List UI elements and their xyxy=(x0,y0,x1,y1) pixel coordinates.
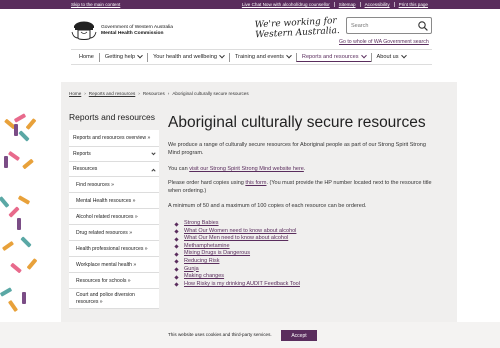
cookie-message: This website uses cookies and third-part… xyxy=(168,332,272,337)
breadcrumb-separator: › xyxy=(138,91,140,96)
breadcrumb-separator: › xyxy=(167,91,170,96)
sidebar-item-resources[interactable]: Resources xyxy=(69,162,159,177)
nav-getting-help-label: Getting help xyxy=(104,54,136,60)
visit-suffix: . xyxy=(303,166,306,172)
visit-paragraph: You can visit our Strong Spirit Strong M… xyxy=(168,166,433,174)
accessibility-link[interactable]: Accessibility xyxy=(359,2,394,7)
resource-list: Strong Babies What Our Women need to kno… xyxy=(175,220,300,288)
resource-link[interactable]: Gunja xyxy=(175,266,300,274)
nav-home[interactable]: Home xyxy=(71,53,99,62)
breadcrumb-current: Aboriginal culturally secure resources xyxy=(172,91,249,96)
order-paragraph: Please order hard copies using this form… xyxy=(168,180,433,195)
page-title: Aboriginal culturally secure resources xyxy=(168,114,426,131)
sidebar-item-alcohol[interactable]: Alcohol related resources » xyxy=(69,209,159,225)
sidebar-item-label: Reports and resources overview » xyxy=(73,135,151,141)
sidebar-item-health-professional[interactable]: Health professional resources » xyxy=(69,241,159,257)
sidebar-item-mental-health[interactable]: Mental Health resources » xyxy=(69,193,159,209)
chevron-down-icon[interactable] xyxy=(151,150,156,155)
sidebar-item-workplace[interactable]: Workplace mental health » xyxy=(69,257,159,273)
search-input[interactable] xyxy=(351,21,415,31)
nav-reports-resources-label: Reports and resources xyxy=(301,53,359,60)
breadcrumb-resources[interactable]: Resources xyxy=(143,91,165,96)
breadcrumb-separator: › xyxy=(84,91,86,96)
chevron-down-icon xyxy=(219,52,225,59)
nav-health-wellbeing[interactable]: Your health and wellbeing xyxy=(147,52,229,62)
sidebar-item-label: Drug related resources » xyxy=(76,229,133,236)
order-prefix: Please order hard copies using xyxy=(168,180,246,186)
chevron-down-icon xyxy=(360,52,367,58)
resource-link[interactable]: Reducing Risk xyxy=(175,258,300,266)
sidebar-item-label: Reports xyxy=(73,151,91,157)
logo-text[interactable]: Government of Western Australia Mental H… xyxy=(101,25,173,37)
ssm-website-link[interactable]: visit our Strong Spirit Strong Mind webs… xyxy=(189,166,304,172)
sidebar-item-label: Workplace mental health » xyxy=(76,261,137,268)
nav-training-events-label: Training and events xyxy=(234,54,284,60)
accept-cookies-button[interactable]: Accept xyxy=(281,330,317,341)
sidebar-item-label: Resources xyxy=(73,166,98,172)
sidebar-item-label: Mental Health resources » xyxy=(76,197,136,204)
breadcrumb-reports[interactable]: Reports and resources xyxy=(89,91,135,96)
resource-link[interactable]: Strong Babies xyxy=(175,220,300,228)
sidebar-item-label: Alcohol related resources » xyxy=(76,213,138,220)
sidebar-menu: Reports and resources overview » Reports… xyxy=(69,130,159,309)
breadcrumb-home[interactable]: Home xyxy=(69,91,81,96)
sidebar-item-reports[interactable]: Reports xyxy=(69,147,159,162)
live-chat-link[interactable]: Live Chat Now with alcohol/drug counsell… xyxy=(238,2,334,7)
visit-prefix: You can xyxy=(168,166,190,172)
sidebar-item-label: Health professional resources » xyxy=(76,245,148,252)
search-box xyxy=(346,17,432,34)
print-link[interactable]: Print this page xyxy=(393,2,432,7)
chevron-down-icon xyxy=(286,52,292,59)
resource-link[interactable]: How Risky is my drinking AUDIT Feedback … xyxy=(175,281,300,289)
sidebar-item-drug[interactable]: Drug related resources » xyxy=(69,225,159,241)
sidebar-title: Reports and resources xyxy=(69,112,155,122)
breadcrumb: Home › Reports and resources › Resources… xyxy=(69,91,249,96)
resource-link[interactable]: What Our Men need to know about alcohol xyxy=(175,235,300,243)
sidebar-item-find-resources[interactable]: Find resources » xyxy=(69,177,159,193)
utility-bar: Skip to the main content Live Chat Now w… xyxy=(0,0,500,9)
skip-link[interactable]: Skip to the main content xyxy=(71,2,120,7)
tagline: We're working for Western Australia. xyxy=(254,16,346,41)
utility-links: Live Chat Now with alcohol/drug counsell… xyxy=(238,2,432,7)
wa-gov-search-link[interactable]: Go to whole of WA Government search xyxy=(339,39,429,45)
nav-about-us-label: About us xyxy=(376,54,399,60)
sitemap-link[interactable]: Sitemap xyxy=(333,2,360,7)
sidebar-item-label: Court and police diversion resources » xyxy=(76,291,135,305)
nav-about-us[interactable]: About us xyxy=(370,52,411,62)
resource-link[interactable]: Methamphetamine xyxy=(175,243,300,251)
tagline-text: We're working for Western Australia. xyxy=(254,16,341,41)
wa-crest-icon[interactable] xyxy=(71,18,97,42)
order-limits: A minimum of 50 and a maximum of 100 cop… xyxy=(168,203,367,209)
main-nav: Home Getting help Your health and wellbe… xyxy=(71,49,432,65)
sidebar-item-overview[interactable]: Reports and resources overview » xyxy=(69,130,159,147)
chevron-down-icon xyxy=(137,52,143,59)
resource-link[interactable]: What Our Women need to know about alcoho… xyxy=(175,228,300,236)
nav-getting-help[interactable]: Getting help xyxy=(98,52,147,62)
chevron-up-icon[interactable] xyxy=(151,168,156,173)
sidebar-item-court-police[interactable]: Court and police diversion resources » xyxy=(69,289,159,309)
sidebar-item-label: Resources for schools » xyxy=(76,277,131,284)
order-form-link[interactable]: this form xyxy=(245,180,266,186)
nav-home-label: Home xyxy=(79,54,94,60)
chevron-down-icon xyxy=(400,52,407,59)
resource-link[interactable]: Mixing Drugs is Dangerous xyxy=(175,250,300,258)
logo-line-commission: Mental Health Commission xyxy=(101,31,164,36)
nav-reports-resources[interactable]: Reports and resources xyxy=(295,52,371,62)
nav-health-wellbeing-label: Your health and wellbeing xyxy=(153,54,217,60)
resource-link[interactable]: Making changes xyxy=(175,273,300,281)
sidebar-item-label: Find resources » xyxy=(76,181,114,188)
search-icon[interactable] xyxy=(417,20,429,32)
intro-paragraph: We produce a range of culturally secure … xyxy=(168,142,426,156)
sidebar-item-schools[interactable]: Resources for schools » xyxy=(69,273,159,289)
cookie-banner: This website uses cookies and third-part… xyxy=(0,322,500,348)
nav-training-events[interactable]: Training and events xyxy=(228,52,296,62)
